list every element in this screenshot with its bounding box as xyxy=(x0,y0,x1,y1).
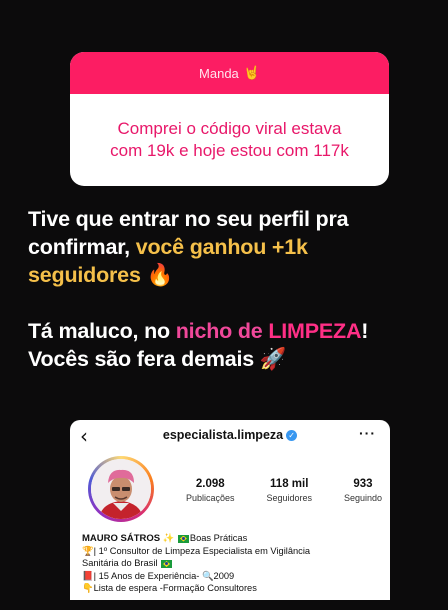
more-options-icon[interactable]: ··· xyxy=(359,425,376,441)
stat-posts[interactable]: 2.098 Publicações xyxy=(186,478,235,503)
profile-username: especialista.limpeza ✓ xyxy=(70,428,390,442)
sticker-question: Comprei o código viral estava com 19k e … xyxy=(70,94,389,186)
bio-text: | 15 Anos de Experiência- xyxy=(93,570,202,581)
avatar-photo xyxy=(91,459,151,519)
caption-line: Vocês são fera demais 🚀 xyxy=(28,345,438,373)
verified-badge-icon: ✓ xyxy=(286,430,298,442)
stat-following[interactable]: 933 Seguindo xyxy=(344,478,382,503)
stat-label: Publicações xyxy=(186,493,235,503)
sticker-question-line: Comprei o código viral estava xyxy=(117,119,342,138)
sticker-header: Manda 🤘 xyxy=(70,52,389,94)
caption-text: Tá maluco, no xyxy=(28,319,176,343)
caption-highlight: seguidores xyxy=(28,263,141,287)
sticker-header-label: Manda xyxy=(199,65,239,81)
bio-text: | 1º Consultor de Limpeza Especialista e… xyxy=(93,546,311,557)
bio-line: 🏆| 1º Consultor de Limpeza Especialista … xyxy=(82,545,382,557)
bio-name-tag: Boas Práticas xyxy=(189,533,248,543)
profile-top-bar: ‹ especialista.limpeza ✓ ··· xyxy=(70,420,390,450)
sticker-question-line: com 19k e hoje estou com 117k xyxy=(110,141,349,160)
caption-highlight: você ganhou +1k xyxy=(135,235,308,259)
pointing-down-icon: 👇 xyxy=(82,582,94,593)
caption-text: ! xyxy=(361,319,369,343)
stat-label: Seguindo xyxy=(343,493,382,503)
bio-line: Sanitária do Brasil xyxy=(82,557,382,569)
trophy-icon: 🏆 xyxy=(82,546,94,557)
caption-line: confirmar, você ganhou +1k xyxy=(28,233,438,261)
profile-stats: 2.098 Publicações 118 mil Seguidores 933… xyxy=(186,478,382,503)
caption-line: Tive que entrar no seu perfil pra xyxy=(28,207,349,231)
story-caption: Tive que entrar no seu perfil pra confir… xyxy=(28,205,438,373)
rock-hand-icon: 🤘 xyxy=(243,65,260,80)
bio-line: 👇Lista de espera -Formação Consultores xyxy=(82,582,382,594)
username-text: especialista.limpeza xyxy=(162,428,284,442)
caption-highlight-pink: nicho de xyxy=(175,319,269,343)
profile-screenshot: ‹ especialista.limpeza ✓ ··· 2.098 Public… xyxy=(70,420,390,600)
profile-bio: MAURO SÁTROS ✨ Boas Práticas 🏆| 1º Consu… xyxy=(82,532,382,594)
stat-value: 2.098 xyxy=(195,478,225,490)
bio-text: Lista de espera -Formação Consultores xyxy=(93,582,257,593)
caption-text: Vocês são fera demais xyxy=(28,347,255,371)
stat-followers[interactable]: 118 mil Seguidores xyxy=(266,478,312,503)
brazil-flag-icon xyxy=(161,559,173,568)
caption-text: confirmar, xyxy=(28,235,136,259)
stat-value: 933 xyxy=(353,478,373,490)
stat-value: 118 mil xyxy=(270,478,309,490)
person-avatar-icon xyxy=(91,459,151,519)
stat-label: Seguidores xyxy=(266,493,313,503)
magnifier-icon: 🔍 xyxy=(201,570,214,581)
book-icon: 📕 xyxy=(82,570,94,581)
caption-line: Tá maluco, no nicho de LIMPEZA! xyxy=(28,317,438,345)
bio-line: 📕| 15 Anos de Experiência- 🔍2009 xyxy=(82,570,382,582)
caption-highlight-limpeza: LIMPEZA xyxy=(268,319,362,343)
bio-name-row: MAURO SÁTROS ✨ Boas Práticas xyxy=(82,532,382,545)
sparkle-icon: ✨ xyxy=(162,533,175,543)
bio-text: 2009 xyxy=(213,570,235,581)
profile-name: MAURO SÁTROS xyxy=(82,533,161,544)
fire-icon: 🔥 xyxy=(146,263,174,287)
rocket-icon: 🚀 xyxy=(259,347,287,371)
question-sticker: Manda 🤘 Comprei o código viral estava co… xyxy=(70,52,389,186)
brazil-flag-icon xyxy=(177,534,189,543)
caption-line: seguidores 🔥 xyxy=(28,261,438,289)
bio-text: Sanitária do Brasil xyxy=(82,558,158,569)
avatar[interactable] xyxy=(88,456,154,522)
